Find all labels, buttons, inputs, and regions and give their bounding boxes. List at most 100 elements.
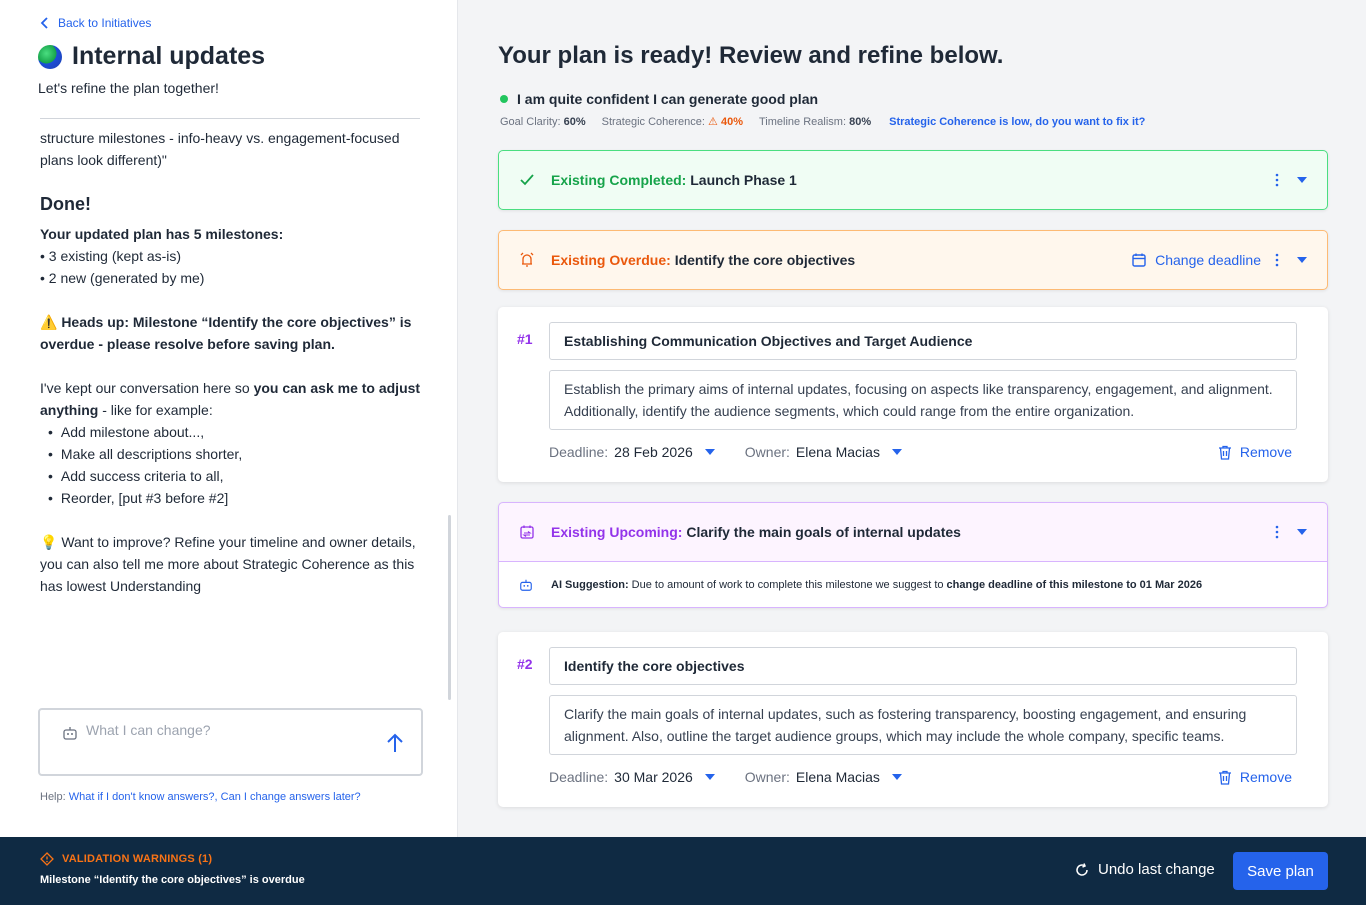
fix-coherence-link[interactable]: Strategic Coherence is low, do you want … [889, 116, 1145, 128]
kept-message: I've kept our conversation here so you c… [40, 380, 421, 418]
list-item: 3 existing (kept as-is) [40, 245, 430, 267]
kebab-menu-icon[interactable] [1275, 253, 1279, 267]
confidence-status: I am quite confident I can generate good… [500, 91, 818, 107]
list-item: Make all descriptions shorter, [48, 443, 430, 465]
milestone-title-field[interactable]: Identify the core objectives [549, 647, 1297, 685]
chat-scrollbar[interactable] [448, 515, 451, 700]
plan-summary: Your updated plan has 5 milestones: [40, 226, 284, 242]
list-item: Reorder, [put #3 before #2] [48, 487, 430, 509]
warning-icon: ⚠ [708, 116, 718, 128]
help-link[interactable]: What if I don't know answers?, Can I cha… [69, 791, 361, 803]
footer-bar: VALIDATION WARNINGS (1) Milestone “Ident… [0, 837, 1366, 905]
milestone-name: Identify the core objectives [674, 252, 856, 268]
owner-label: Owner: [744, 444, 790, 460]
warning-message: Milestone “Identify the core objectives”… [40, 874, 305, 886]
undo-label: Undo last change [1098, 861, 1215, 878]
diamond-warning-icon [40, 852, 54, 866]
change-deadline-label: Change deadline [1155, 252, 1261, 268]
chat-messages: structure milestones - info-heavy vs. en… [40, 127, 430, 597]
confidence-text: I am quite confident I can generate good… [517, 91, 819, 107]
list-item: 2 new (generated by me) [40, 267, 430, 289]
metric-strategic: Strategic Coherence: ⚠ 40% [601, 116, 743, 128]
milestone-card-1: #1 Establishing Communication Objectives… [498, 307, 1328, 482]
calendar-sync-icon [520, 525, 534, 539]
metrics-bar: Goal Clarity: 60% Strategic Coherence: ⚠… [500, 115, 1145, 129]
milestone-name: Clarify the main goals of internal updat… [686, 524, 961, 540]
milestone-number: #2 [517, 656, 533, 672]
chevron-down-icon[interactable] [1297, 529, 1307, 535]
overdue-milestone-card[interactable]: Existing Overdue: Identify the core obje… [498, 230, 1328, 290]
milestone-tag: Existing Overdue: [551, 252, 671, 268]
metric-goal: Goal Clarity: 60% [500, 115, 586, 128]
improve-tip: 💡 Want to improve? Refine your timeline … [40, 534, 416, 594]
milestone-description-field[interactable]: Clarify the main goals of internal updat… [549, 695, 1297, 755]
chevron-down-icon[interactable] [891, 774, 902, 780]
help-text: Help: What if I don't know answers?, Can… [40, 791, 361, 803]
robot-icon [520, 579, 532, 591]
owner-value[interactable]: Elena Macias [796, 769, 880, 785]
kebab-menu-icon[interactable] [1275, 525, 1279, 539]
owner-value[interactable]: Elena Macias [796, 444, 880, 460]
deadline-label: Deadline: [549, 444, 609, 460]
chat-input-box[interactable] [38, 708, 423, 776]
remove-label: Remove [1239, 769, 1292, 785]
heads-up: ⚠️ Heads up: Milestone “Identify the cor… [40, 314, 412, 352]
owner-label: Owner: [744, 769, 790, 785]
remove-button[interactable]: Remove [1218, 769, 1292, 785]
milestone-tag: Existing Upcoming: [551, 524, 683, 540]
save-plan-button[interactable]: Save plan [1233, 852, 1328, 890]
back-label: Back to Initiatives [58, 16, 152, 30]
chat-input[interactable] [86, 722, 366, 738]
trash-icon [1218, 445, 1231, 460]
example-list: Add milestone about..., Make all descrip… [40, 421, 430, 509]
plan-panel: Your plan is ready! Review and refine be… [459, 0, 1366, 837]
plan-items: 3 existing (kept as-is) 2 new (generated… [40, 245, 430, 289]
milestone-description-field[interactable]: Establish the primary aims of internal u… [549, 370, 1297, 430]
calendar-icon [1132, 253, 1146, 267]
chat-intro: structure milestones - info-heavy vs. en… [40, 130, 400, 168]
validation-warnings: VALIDATION WARNINGS (1) [40, 852, 212, 866]
divider [40, 118, 420, 119]
robot-icon [63, 727, 77, 740]
milestone-title-field[interactable]: Establishing Communication Objectives an… [549, 322, 1297, 360]
deadline-value[interactable]: 30 Mar 2026 [614, 769, 693, 785]
milestone-card-2: #2 Identify the core objectives Clarify … [498, 632, 1328, 807]
remove-button[interactable]: Remove [1218, 444, 1292, 460]
warnings-title: VALIDATION WARNINGS (1) [62, 853, 213, 865]
trash-icon [1218, 770, 1231, 785]
page-title: Internal updates [72, 42, 266, 70]
metric-timeline: Timeline Realism: 80% [759, 115, 872, 128]
chevron-down-icon[interactable] [1297, 257, 1307, 263]
milestone-number: #1 [517, 331, 533, 347]
deadline-label: Deadline: [549, 769, 609, 785]
back-link[interactable]: Back to Initiatives [40, 16, 151, 30]
list-item: Add milestone about..., [48, 421, 430, 443]
milestone-name: Launch Phase 1 [690, 172, 797, 188]
page-subtitle: Let's refine the plan together! [38, 80, 219, 96]
chat-panel: Back to Initiatives Internal updates Let… [0, 0, 458, 837]
ai-suggestion: AI Suggestion: Due to amount of work to … [499, 561, 1327, 607]
chevron-down-icon[interactable] [891, 449, 902, 455]
status-dot-icon [500, 95, 508, 103]
kebab-menu-icon[interactable] [1275, 173, 1279, 187]
check-icon [520, 174, 534, 186]
arrow-up-icon[interactable] [385, 732, 405, 754]
globe-icon [38, 44, 62, 69]
refresh-icon [1076, 862, 1088, 876]
milestone-tag: Existing Completed: [551, 172, 687, 188]
plan-title: Your plan is ready! Review and refine be… [498, 42, 1004, 69]
deadline-value[interactable]: 28 Feb 2026 [614, 444, 693, 460]
completed-milestone-card[interactable]: Existing Completed: Launch Phase 1 [498, 150, 1328, 210]
upcoming-milestone-card[interactable]: Existing Upcoming: Clarify the main goal… [498, 502, 1328, 608]
chevron-down-icon[interactable] [704, 774, 715, 780]
chat-done: Done! [40, 194, 91, 214]
alarm-icon [520, 252, 534, 267]
chevron-down-icon[interactable] [704, 449, 715, 455]
list-item: Add success criteria to all, [48, 465, 430, 487]
chevron-left-icon [40, 17, 48, 29]
remove-label: Remove [1239, 444, 1292, 460]
change-deadline-button[interactable]: Change deadline [1131, 252, 1261, 268]
initiative-title: Internal updates [38, 42, 265, 71]
undo-button[interactable]: Undo last change [1075, 861, 1215, 878]
chevron-down-icon[interactable] [1297, 177, 1307, 183]
